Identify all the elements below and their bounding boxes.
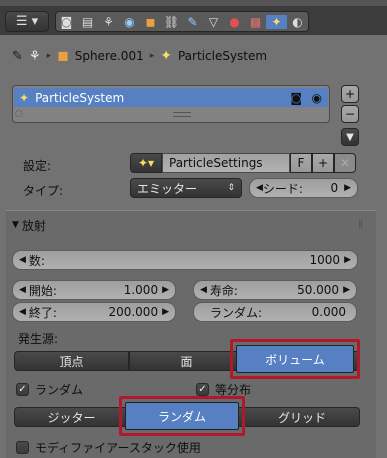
list-options-icon[interactable]: ◌ bbox=[15, 109, 23, 119]
particle-system-list[interactable]: ✦ ParticleSystem ◙ ◉ ◌ bbox=[12, 85, 330, 123]
settings-label: 設定: bbox=[23, 159, 52, 173]
breadcrumb-particle-system: ParticleSystem bbox=[177, 49, 268, 63]
type-label: タイプ: bbox=[23, 184, 64, 198]
decrement-icon[interactable]: ◀ bbox=[200, 285, 207, 295]
increment-icon[interactable]: ▶ bbox=[162, 285, 169, 295]
particle-sparkle-icon: ✦ bbox=[160, 48, 172, 64]
constraints-icon[interactable]: ⛓ bbox=[161, 15, 182, 29]
visibility-eye-icon[interactable]: ◉ bbox=[312, 91, 322, 105]
breadcrumb: ✎ ⚘ ▸ ◼ Sphere.001 ▸ ✦ ParticleSystem bbox=[12, 46, 267, 66]
panel-title: 放射 bbox=[21, 218, 46, 233]
seed-field[interactable]: ◀ シード: 0 ▶ bbox=[249, 178, 358, 198]
pin-icon[interactable]: ✎ bbox=[12, 49, 23, 64]
distribution-jitter[interactable]: ジッター bbox=[14, 407, 129, 427]
number-field[interactable]: ◀ 数: 1000 ▶ bbox=[12, 250, 358, 270]
list-resize-handle[interactable] bbox=[173, 112, 191, 117]
properties-header: ☰ ▾ ◙ ▤ ⚘ ◉ ◼ ⛓ ✎ ▽ ● ▩ ✦ ◐ bbox=[0, 0, 387, 35]
settings-datablock[interactable]: ✦▾ ParticleSettings F + ✕ bbox=[130, 153, 358, 173]
scene-data-icon: ⚘ bbox=[28, 48, 41, 64]
editor-type-icon: ☰ ▾ bbox=[15, 14, 39, 29]
volume-highlight-box: ボリューム bbox=[230, 339, 360, 379]
header-top-strip bbox=[0, 0, 387, 6]
minus-icon: − bbox=[344, 107, 356, 121]
distribution-grid[interactable]: グリッド bbox=[244, 407, 360, 427]
chevron-down-icon: ▼ bbox=[346, 131, 354, 143]
particles-icon[interactable]: ✦ bbox=[266, 14, 287, 29]
settings-name-field[interactable]: ParticleSettings bbox=[162, 153, 290, 173]
close-icon: ✕ bbox=[339, 156, 351, 170]
object-cube-icon: ◼ bbox=[57, 48, 69, 64]
decrement-icon[interactable]: ◀ bbox=[19, 255, 26, 265]
random-checkbox[interactable]: ✓ ランダム bbox=[16, 381, 83, 398]
remove-slot-button[interactable]: − bbox=[341, 105, 359, 123]
render-toggle-icon[interactable]: ◙ bbox=[290, 91, 302, 105]
breadcrumb-object: Sphere.001 bbox=[74, 49, 144, 63]
frame-end-field[interactable]: ◀ 終了: 200.000 ▶ bbox=[12, 302, 176, 322]
plus-icon: + bbox=[317, 156, 329, 170]
particle-sparkle-icon: ✦ bbox=[19, 90, 30, 105]
object-icon[interactable]: ◼ bbox=[140, 15, 161, 29]
empty-checkbox-icon bbox=[16, 441, 29, 454]
increment-icon[interactable]: ▶ bbox=[344, 255, 351, 265]
fake-user-button[interactable]: F bbox=[290, 153, 312, 173]
data-icon[interactable]: ▽ bbox=[203, 15, 224, 29]
increment-icon[interactable]: ▶ bbox=[162, 307, 169, 317]
decrement-icon[interactable]: ◀ bbox=[19, 307, 26, 317]
add-slot-button[interactable]: + bbox=[341, 85, 359, 103]
scene-icon[interactable]: ⚘ bbox=[98, 15, 119, 29]
world-icon[interactable]: ◉ bbox=[119, 15, 140, 29]
new-settings-button[interactable]: + bbox=[312, 153, 334, 173]
random-highlight-box: ランダム bbox=[119, 396, 245, 436]
render-icon[interactable]: ◙ bbox=[56, 15, 77, 29]
lifetime-field[interactable]: ◀ 寿命: 50.000 ▶ bbox=[193, 280, 357, 300]
emission-panel: ▼ 放射 ⁞⁞ ◀ 数: 1000 ▶ ◀ 開始: 1.000 ▶ ◀ 寿命: … bbox=[6, 210, 376, 458]
checkmark-icon: ✓ bbox=[196, 383, 209, 396]
settings-browse-button[interactable]: ✦▾ bbox=[130, 153, 162, 173]
particle-sparkle-icon: ✦▾ bbox=[137, 156, 155, 170]
list-item[interactable]: ✦ ParticleSystem ◙ ◉ bbox=[14, 88, 328, 107]
collapse-triangle-icon: ▼ bbox=[12, 220, 19, 230]
emit-from-volume[interactable]: ボリューム bbox=[236, 345, 354, 373]
frame-start-field[interactable]: ◀ 開始: 1.000 ▶ bbox=[12, 280, 176, 300]
distribution-random[interactable]: ランダム bbox=[125, 402, 239, 430]
texture-icon[interactable]: ▩ bbox=[245, 15, 266, 29]
material-icon[interactable]: ● bbox=[224, 15, 245, 29]
breadcrumb-separator-icon: ▸ bbox=[149, 51, 155, 61]
emission-panel-header[interactable]: ▼ 放射 ⁞⁞ bbox=[6, 215, 376, 235]
type-dropdown[interactable]: エミッター ⇕ bbox=[130, 178, 242, 198]
decrement-icon[interactable]: ◀ bbox=[256, 183, 263, 193]
increment-icon[interactable]: ▶ bbox=[344, 183, 351, 193]
context-tabs: ◙ ▤ ⚘ ◉ ◼ ⛓ ✎ ▽ ● ▩ ✦ ◐ bbox=[55, 11, 309, 32]
decrement-icon[interactable]: ◀ bbox=[19, 285, 26, 295]
checkmark-icon: ✓ bbox=[16, 383, 29, 396]
drag-handle-icon[interactable]: ⁞⁞ bbox=[358, 220, 363, 230]
lifetime-random-field[interactable]: ランダム: 0.000 bbox=[193, 302, 357, 322]
increment-icon[interactable]: ▶ bbox=[343, 285, 350, 295]
modifiers-icon[interactable]: ✎ bbox=[182, 15, 203, 29]
list-menu-button[interactable]: ▼ bbox=[341, 128, 359, 146]
properties-panel: ✎ ⚘ ▸ ◼ Sphere.001 ▸ ✦ ParticleSystem ✦ … bbox=[0, 35, 387, 458]
modifier-stack-checkbox[interactable]: モディファイアースタック使用 bbox=[16, 439, 201, 456]
unlink-button[interactable]: ✕ bbox=[334, 153, 356, 173]
updown-arrows-icon: ⇕ bbox=[227, 183, 235, 193]
editor-type-button[interactable]: ☰ ▾ bbox=[5, 11, 49, 32]
breadcrumb-separator-icon: ▸ bbox=[46, 51, 52, 61]
emit-from-label: 発生源: bbox=[18, 332, 59, 346]
physics-icon[interactable]: ◐ bbox=[287, 15, 308, 29]
list-item-label: ParticleSystem bbox=[35, 90, 125, 105]
render-layers-icon[interactable]: ▤ bbox=[77, 15, 98, 29]
emit-from-face[interactable]: 面 bbox=[129, 351, 244, 371]
plus-icon: + bbox=[344, 87, 356, 101]
emit-from-vertex[interactable]: 頂点 bbox=[14, 351, 129, 371]
